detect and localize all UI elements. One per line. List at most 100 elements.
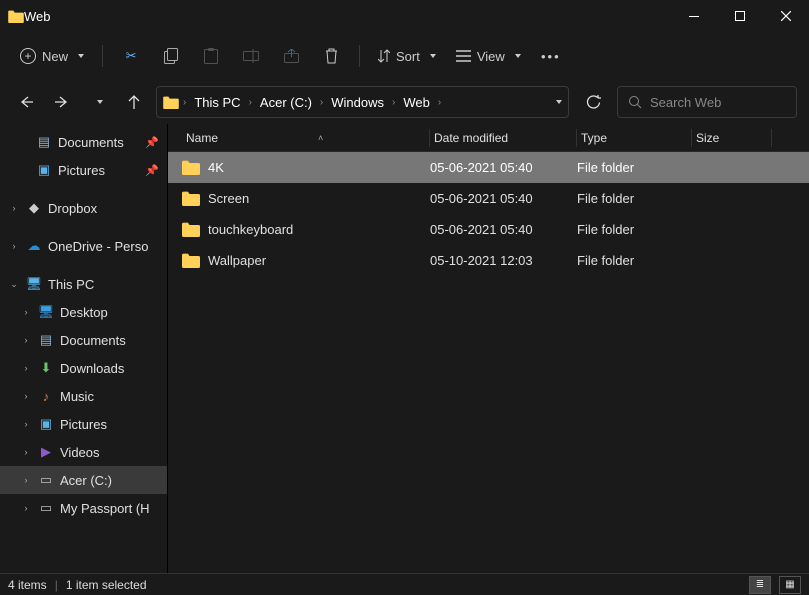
nav-label: Videos — [60, 445, 100, 460]
nav-label: Pictures — [58, 163, 105, 178]
file-row[interactable]: Screen 05-06-2021 05:40 File folder — [168, 183, 809, 214]
expand-icon[interactable]: › — [20, 307, 32, 317]
cut-button[interactable]: ✂ — [113, 40, 149, 72]
file-row[interactable]: Wallpaper 05-10-2021 12:03 File folder — [168, 245, 809, 276]
expand-icon[interactable]: › — [20, 503, 32, 513]
sort-label: Sort — [396, 49, 420, 64]
arrow-up-icon — [127, 95, 141, 109]
arrow-left-icon — [19, 95, 33, 109]
breadcrumb-item[interactable]: This PC — [190, 93, 244, 112]
folder-icon — [182, 160, 200, 175]
breadcrumb[interactable]: › This PC › Acer (C:) › Windows › Web › — [156, 86, 569, 118]
refresh-icon — [586, 95, 601, 110]
sort-button[interactable]: Sort — [370, 40, 444, 72]
breadcrumb-item[interactable]: Web — [399, 93, 434, 112]
view-label: View — [477, 49, 505, 64]
close-button[interactable] — [763, 0, 809, 32]
back-button[interactable] — [12, 88, 40, 116]
nav-item[interactable]: › ♪ Music — [0, 382, 167, 410]
nav-item-dropbox[interactable]: › ◆ Dropbox — [0, 194, 167, 222]
column-header-name[interactable]: Name˄ — [182, 129, 430, 147]
file-type: File folder — [577, 253, 692, 268]
more-button[interactable]: ••• — [533, 40, 569, 72]
nav-item-documents-pinned[interactable]: ▤ Documents 📌 — [0, 128, 167, 156]
column-header-type[interactable]: Type — [577, 129, 692, 147]
documents-icon: ▤ — [38, 332, 54, 348]
chevron-down-icon — [515, 54, 521, 58]
up-button[interactable] — [120, 88, 148, 116]
paste-icon — [204, 48, 218, 64]
file-date: 05-06-2021 05:40 — [430, 222, 577, 237]
drive-icon: ▭ — [38, 500, 54, 516]
nav-item-onedrive[interactable]: › ☁ OneDrive - Perso — [0, 232, 167, 260]
forward-button[interactable] — [48, 88, 76, 116]
nav-item[interactable]: › ▤ Documents — [0, 326, 167, 354]
nav-item[interactable]: › ▭ Acer (C:) — [0, 466, 167, 494]
navigation-pane: ▤ Documents 📌 ▣ Pictures 📌 › ◆ Dropbox ›… — [0, 124, 168, 573]
nav-label: OneDrive - Perso — [48, 239, 148, 254]
onedrive-icon: ☁ — [26, 238, 42, 254]
trash-icon — [325, 48, 338, 64]
expand-icon[interactable]: › — [20, 335, 32, 345]
breadcrumb-item[interactable]: Windows — [327, 93, 388, 112]
chevron-right-icon[interactable]: › — [183, 97, 186, 108]
status-bar: 4 items | 1 item selected ≣ ▦ — [0, 573, 809, 595]
search-placeholder: Search Web — [650, 95, 721, 110]
thumbnails-view-button[interactable]: ▦ — [779, 576, 801, 594]
chevron-right-icon[interactable]: › — [249, 97, 252, 108]
new-button[interactable]: + New — [12, 40, 92, 72]
maximize-button[interactable] — [717, 0, 763, 32]
delete-button[interactable] — [313, 40, 349, 72]
expand-icon[interactable]: › — [8, 203, 20, 213]
chevron-down-icon[interactable] — [556, 100, 562, 104]
collapse-icon[interactable]: ⌄ — [8, 279, 20, 290]
downloads-icon: ⬇ — [38, 360, 54, 376]
chevron-right-icon[interactable]: › — [320, 97, 323, 108]
file-type: File folder — [577, 222, 692, 237]
dropbox-icon: ◆ — [26, 200, 42, 216]
nav-item-this-pc[interactable]: ⌄ 🖥 This PC — [0, 270, 167, 298]
nav-item[interactable]: › 🖥 Desktop — [0, 298, 167, 326]
nav-item[interactable]: › ▣ Pictures — [0, 410, 167, 438]
expand-icon[interactable]: › — [20, 475, 32, 485]
refresh-button[interactable] — [577, 86, 609, 118]
expand-icon[interactable]: › — [20, 363, 32, 373]
breadcrumb-item[interactable]: Acer (C:) — [256, 93, 316, 112]
nav-item[interactable]: › ⬇ Downloads — [0, 354, 167, 382]
chevron-right-icon[interactable]: › — [392, 97, 395, 108]
file-row[interactable]: 4K 05-06-2021 05:40 File folder — [168, 152, 809, 183]
minimize-button[interactable] — [671, 0, 717, 32]
paste-button[interactable] — [193, 40, 229, 72]
file-date: 05-10-2021 12:03 — [430, 253, 577, 268]
rename-button[interactable] — [233, 40, 269, 72]
chevron-down-icon — [430, 54, 436, 58]
file-name: Screen — [208, 191, 249, 206]
title-bar: Web — [0, 0, 809, 32]
column-header-size[interactable]: Size — [692, 129, 772, 147]
share-button[interactable] — [273, 40, 309, 72]
expand-icon[interactable]: › — [8, 241, 20, 251]
nav-item[interactable]: › ▭ My Passport (H — [0, 494, 167, 522]
command-bar: + New ✂ Sort View ••• — [0, 32, 809, 80]
view-button[interactable]: View — [448, 40, 529, 72]
share-icon — [284, 49, 299, 63]
window-folder-icon — [8, 10, 24, 23]
documents-icon: ▤ — [36, 134, 52, 150]
details-view-button[interactable]: ≣ — [749, 576, 771, 594]
recent-locations-button[interactable] — [84, 88, 112, 116]
file-name: touchkeyboard — [208, 222, 293, 237]
column-header-date[interactable]: Date modified — [430, 129, 577, 147]
pictures-icon: ▣ — [36, 162, 52, 178]
chevron-right-icon[interactable]: › — [438, 97, 441, 108]
expand-icon[interactable]: › — [20, 391, 32, 401]
expand-icon[interactable]: › — [20, 447, 32, 457]
file-type: File folder — [577, 191, 692, 206]
search-input[interactable]: Search Web — [617, 86, 797, 118]
file-row[interactable]: touchkeyboard 05-06-2021 05:40 File fold… — [168, 214, 809, 245]
expand-icon[interactable]: › — [20, 419, 32, 429]
copy-button[interactable] — [153, 40, 189, 72]
nav-item-pictures-pinned[interactable]: ▣ Pictures 📌 — [0, 156, 167, 184]
folder-icon — [182, 222, 200, 237]
scissors-icon: ✂ — [126, 48, 137, 64]
nav-item[interactable]: › ▶ Videos — [0, 438, 167, 466]
